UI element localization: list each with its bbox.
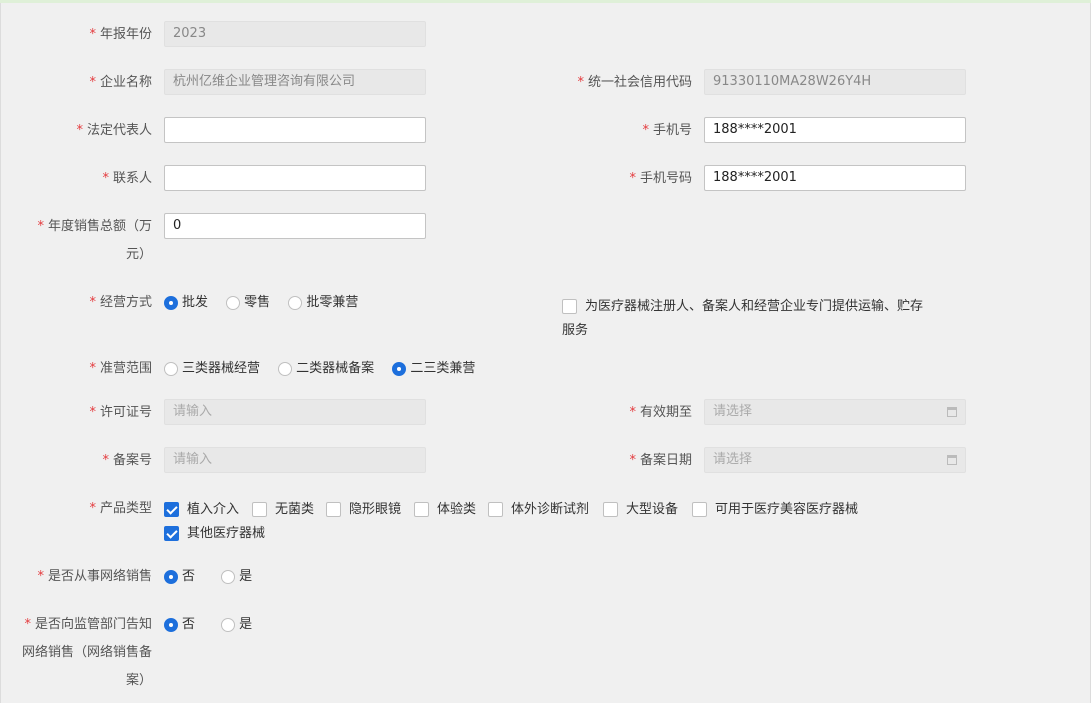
online-sales-option-yes[interactable]: 是 <box>221 567 252 587</box>
online-sales-label: * 是否从事网络销售 <box>37 569 152 584</box>
calendar-icon[interactable] <box>947 455 957 465</box>
record-date-picker[interactable]: 请选择 <box>704 447 966 473</box>
valid-until-date-picker[interactable]: 请选择 <box>704 399 966 425</box>
checkbox-icon[interactable] <box>414 502 429 517</box>
year-input[interactable]: 2023 <box>164 21 426 47</box>
phone-label: * 手机号 <box>642 123 692 138</box>
product-type-cosmetic-device[interactable]: 可用于医疗美容医疗器械 <box>692 501 858 519</box>
business-mode-option-both[interactable]: 批零兼营 <box>288 293 358 313</box>
checkbox-checked-icon[interactable] <box>164 526 179 541</box>
product-type-label: * 产品类型 <box>89 501 152 516</box>
record-date-label: * 备案日期 <box>629 453 692 468</box>
checkbox-checked-icon[interactable] <box>164 502 179 517</box>
radio-selected-icon[interactable] <box>164 569 178 584</box>
product-type-implant[interactable]: 植入介入 <box>164 501 239 519</box>
radio-icon[interactable] <box>164 361 178 376</box>
contact-input[interactable] <box>164 165 426 191</box>
annual-sales-input[interactable]: 0 <box>164 213 426 239</box>
product-type-contact-lens[interactable]: 隐形眼镜 <box>326 501 401 519</box>
scope-option-class2[interactable]: 二类器械备案 <box>278 359 374 379</box>
notify-regulator-option-no[interactable]: 否 <box>164 615 195 635</box>
radio-icon[interactable] <box>221 569 236 584</box>
checkbox-icon[interactable] <box>692 502 707 517</box>
business-scope-radio-group: 三类器械经营 二类器械备案 二三类兼营 <box>164 359 489 379</box>
logistics-service-checkbox[interactable]: 为医疗器械注册人、备案人和经营企业专门提供运输、贮存 服务 <box>562 295 923 343</box>
radio-icon[interactable] <box>278 361 293 376</box>
form-container <box>0 3 1091 703</box>
business-mode-option-wholesale[interactable]: 批发 <box>164 293 208 313</box>
product-type-experience[interactable]: 体验类 <box>414 501 476 519</box>
checkbox-icon[interactable] <box>326 502 341 517</box>
calendar-icon[interactable] <box>947 407 957 417</box>
business-mode-option-retail[interactable]: 零售 <box>226 293 270 313</box>
scope-option-both[interactable]: 二三类兼营 <box>392 359 475 379</box>
record-no-input[interactable]: 请输入 <box>164 447 426 473</box>
business-mode-radio-group: 批发 零售 批零兼营 <box>164 293 372 313</box>
checkbox-icon[interactable] <box>488 502 503 517</box>
phone-input[interactable]: 188****2001 <box>704 117 966 143</box>
notify-regulator-label: * 是否向监管部门告知 网络销售（网络销售备 案） <box>21 617 152 688</box>
checkbox-icon[interactable] <box>252 502 267 517</box>
product-type-ivd-reagent[interactable]: 体外诊断试剂 <box>488 501 589 519</box>
scope-option-class3[interactable]: 三类器械经营 <box>164 359 260 379</box>
contact-phone-label: * 手机号码 <box>629 171 692 186</box>
checkbox-icon[interactable] <box>603 502 618 517</box>
product-type-large-equipment[interactable]: 大型设备 <box>603 501 678 519</box>
company-name-label: * 企业名称 <box>89 75 152 90</box>
annual-sales-label: * 年度销售总额（万 元） <box>37 219 152 262</box>
year-label: * 年报年份 <box>89 27 152 42</box>
business-mode-label: * 经营方式 <box>89 295 152 310</box>
radio-selected-icon[interactable] <box>392 361 407 376</box>
legal-rep-input[interactable] <box>164 117 426 143</box>
legal-rep-label: * 法定代表人 <box>76 123 152 138</box>
online-sales-option-no[interactable]: 否 <box>164 567 195 587</box>
radio-icon[interactable] <box>226 295 241 310</box>
record-no-label: * 备案号 <box>102 453 152 468</box>
contact-label: * 联系人 <box>102 171 152 186</box>
radio-selected-icon[interactable] <box>164 617 178 632</box>
radio-selected-icon[interactable] <box>164 295 178 310</box>
checkbox-icon[interactable] <box>562 299 577 314</box>
credit-code-label: * 统一社会信用代码 <box>577 75 692 90</box>
valid-until-label: * 有效期至 <box>629 405 692 420</box>
notify-regulator-option-yes[interactable]: 是 <box>221 615 252 635</box>
product-type-other[interactable]: 其他医疗器械 <box>164 525 265 543</box>
license-no-input[interactable]: 请输入 <box>164 399 426 425</box>
online-sales-radio-group: 否 是 <box>164 567 266 587</box>
contact-phone-input[interactable]: 188****2001 <box>704 165 966 191</box>
product-type-sterile[interactable]: 无菌类 <box>252 501 314 519</box>
notify-regulator-radio-group: 否 是 <box>164 615 266 635</box>
company-name-input[interactable]: 杭州亿维企业管理咨询有限公司 <box>164 69 426 95</box>
business-scope-label: * 准营范围 <box>89 361 152 376</box>
credit-code-input[interactable]: 91330110MA28W26Y4H <box>704 69 966 95</box>
license-no-label: * 许可证号 <box>89 405 152 420</box>
radio-icon[interactable] <box>221 617 236 632</box>
radio-icon[interactable] <box>288 295 303 310</box>
